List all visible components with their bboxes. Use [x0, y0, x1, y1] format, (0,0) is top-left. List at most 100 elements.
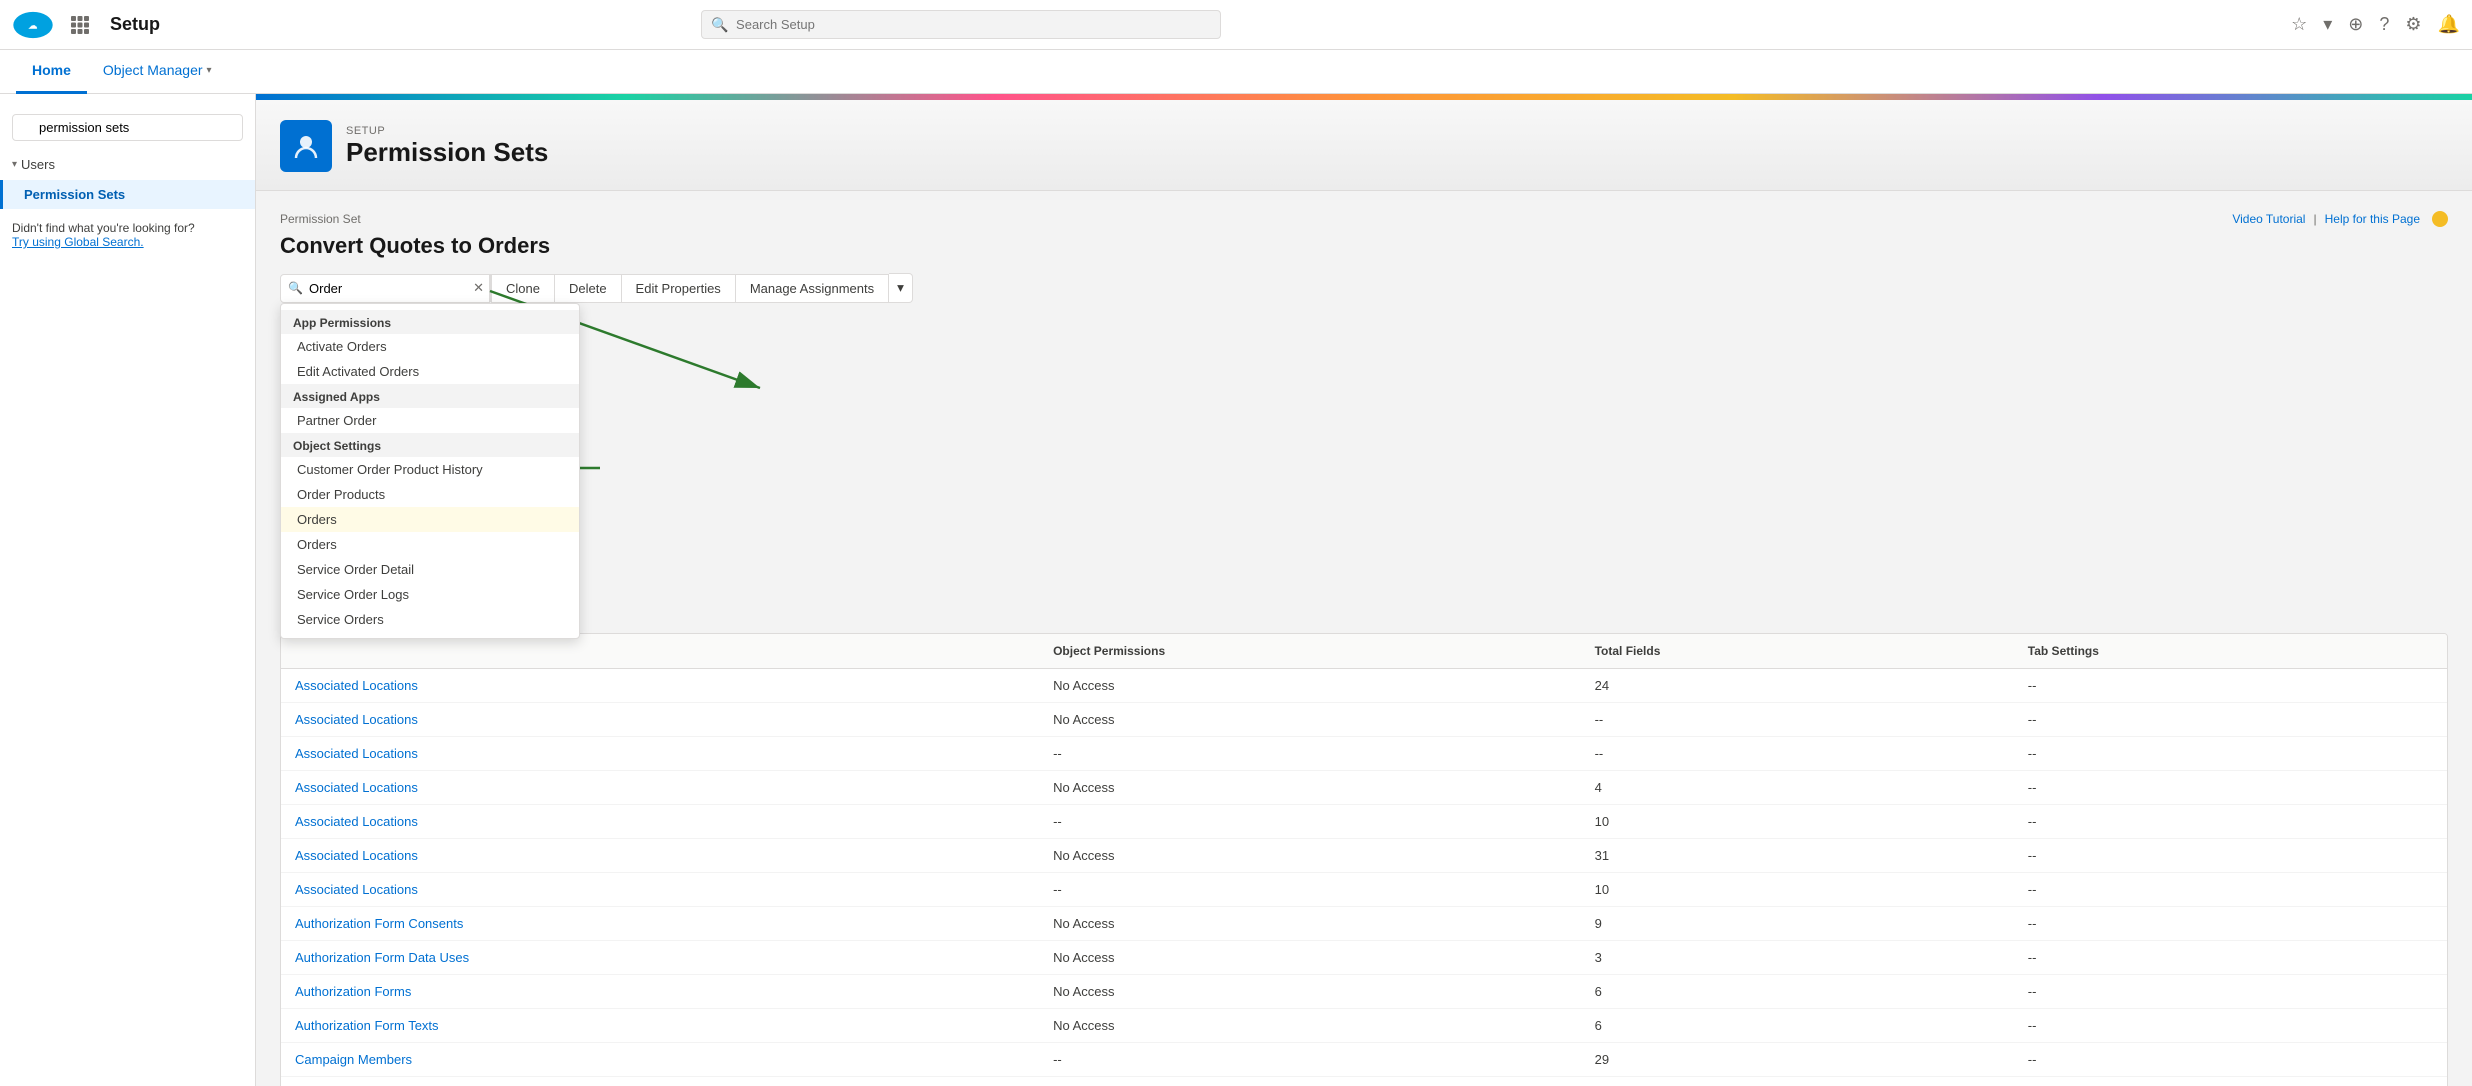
row-name-cell: Authorization Form Texts [281, 1009, 1039, 1043]
top-nav-actions: ☆ ▾ ⊕ ? ⚙ 🔔 [2291, 14, 2460, 35]
row-tab-settings-cell: -- [2014, 1077, 2447, 1086]
global-search-link[interactable]: Try using Global Search. [12, 235, 144, 249]
row-name-link[interactable]: Associated Locations [295, 814, 418, 829]
notifications-icon[interactable]: 🔔 [2438, 14, 2460, 35]
sidebar-item-permission-sets[interactable]: Permission Sets [0, 180, 255, 209]
toolbar-container: 🔍 ✕ Clone Delete Edit Properties Manage … [280, 273, 2448, 303]
sidebar-not-found-message: Didn't find what you're looking for? Try… [0, 209, 255, 261]
table-row: Associated Locations -- 10 -- [281, 805, 2447, 839]
toolbar-search-clear-icon[interactable]: ✕ [473, 280, 484, 296]
home-tab[interactable]: Home [16, 50, 87, 94]
manage-assignments-button[interactable]: Manage Assignments [736, 274, 889, 303]
dropdown-item-customer-order-history[interactable]: Customer Order Product History [281, 457, 579, 482]
sidebar-chevron-icon: ▾ [12, 159, 17, 170]
row-tab-settings-cell: -- [2014, 737, 2447, 771]
col-header-obj-perm: Object Permissions [1039, 634, 1581, 669]
sidebar-search-input[interactable] [12, 114, 243, 141]
table-row: Associated Locations No Access -- -- [281, 703, 2447, 737]
object-manager-tab[interactable]: Object Manager ▾ [87, 50, 228, 94]
row-name-cell: Authorization Form Consents [281, 907, 1039, 941]
video-tutorial-link[interactable]: Video Tutorial [2232, 212, 2305, 226]
dropdown-item-partner-order[interactable]: Partner Order [281, 408, 579, 433]
favorites-icon[interactable]: ☆ [2291, 14, 2307, 35]
page-title: Permission Sets [346, 137, 548, 168]
sidebar: 🔍 ▾ Users Permission Sets Didn't find wh… [0, 94, 256, 1086]
row-total-fields-cell: 10 [1581, 805, 2014, 839]
row-name-link[interactable]: Associated Locations [295, 882, 418, 897]
table-row: Associated Locations No Access 4 -- [281, 771, 2447, 805]
row-name-link[interactable]: Associated Locations [295, 746, 418, 761]
row-total-fields-cell: -- [1581, 737, 2014, 771]
help-indicator [2432, 211, 2448, 227]
row-name-link[interactable]: Authorization Form Data Uses [295, 950, 469, 965]
table-row: Associated Locations -- -- -- [281, 737, 2447, 771]
row-name-cell: Campaign Members [281, 1043, 1039, 1077]
sidebar-section-users[interactable]: ▾ Users [0, 149, 255, 180]
row-name-link[interactable]: Associated Locations [295, 712, 418, 727]
row-obj-perm-cell: -- [1039, 1043, 1581, 1077]
row-tab-settings-cell: -- [2014, 1043, 2447, 1077]
object-settings-table: Object Permissions Total Fields Tab Sett… [280, 633, 2448, 1086]
table-row: Campaign Members -- 29 -- [281, 1043, 2447, 1077]
favorites-dropdown-icon[interactable]: ▾ [2323, 14, 2332, 35]
dropdown-item-order-products[interactable]: Order Products [281, 482, 579, 507]
row-name-link[interactable]: Authorization Form Texts [295, 1018, 439, 1033]
global-search-input[interactable] [701, 10, 1221, 39]
row-name-cell: Authorization Forms [281, 975, 1039, 1009]
dropdown-item-orders[interactable]: Orders [281, 532, 579, 557]
dropdown-section-assigned-apps: Assigned Apps [281, 384, 579, 408]
settings-icon[interactable]: ⚙ [2405, 14, 2421, 35]
quick-actions-icon[interactable]: ⊕ [2348, 14, 2363, 35]
dropdown-item-orders-highlighted[interactable]: Orders [281, 507, 579, 532]
table-row: Authorization Form Consents No Access 9 … [281, 907, 2447, 941]
col-header-tab-settings: Tab Settings [2014, 634, 2447, 669]
dropdown-item-service-order-detail[interactable]: Service Order Detail [281, 557, 579, 582]
delete-button[interactable]: Delete [555, 274, 622, 303]
dropdown-item-service-orders[interactable]: Service Orders [281, 607, 579, 632]
row-tab-settings-cell: -- [2014, 669, 2447, 703]
main-content: SETUP Permission Sets Permission Set Vid… [256, 94, 2472, 1086]
row-name-link[interactable]: Authorization Forms [295, 984, 411, 999]
dropdown-item-edit-activated-orders[interactable]: Edit Activated Orders [281, 359, 579, 384]
row-obj-perm-cell: -- [1039, 873, 1581, 907]
breadcrumb-row: Permission Set Video Tutorial | Help for… [280, 211, 2448, 227]
edit-properties-button[interactable]: Edit Properties [622, 274, 736, 303]
row-name-cell: Campaigns [281, 1077, 1039, 1086]
row-tab-settings-cell: -- [2014, 941, 2447, 975]
dropdown-section-app-permissions: App Permissions [281, 310, 579, 334]
toolbar-more-dropdown-button[interactable]: ▾ [889, 273, 913, 303]
toolbar-search-input[interactable] [280, 274, 490, 303]
row-total-fields-cell: 9 [1581, 907, 2014, 941]
clone-button[interactable]: Clone [491, 274, 555, 303]
table-row: Associated Locations -- 10 -- [281, 873, 2447, 907]
record-title: Convert Quotes to Orders [280, 233, 2448, 259]
row-tab-settings-cell: -- [2014, 907, 2447, 941]
row-name-link[interactable]: Campaign Members [295, 1052, 412, 1067]
setup-label: SETUP [346, 125, 548, 137]
row-name-link[interactable]: Associated Locations [295, 678, 418, 693]
row-total-fields-cell: -- [1581, 703, 2014, 737]
row-tab-settings-cell: -- [2014, 771, 2447, 805]
dropdown-item-service-order-logs[interactable]: Service Order Logs [281, 582, 579, 607]
row-tab-settings-cell: -- [2014, 873, 2447, 907]
row-obj-perm-cell: No Access [1039, 975, 1581, 1009]
global-search-icon: 🔍 [711, 16, 728, 33]
help-icon[interactable]: ? [2379, 14, 2389, 35]
col-header-name [281, 634, 1039, 669]
row-name-link[interactable]: Authorization Form Consents [295, 916, 463, 931]
table-row: Authorization Form Texts No Access 6 -- [281, 1009, 2447, 1043]
row-name-link[interactable]: Associated Locations [295, 780, 418, 795]
dropdown-item-activate-orders[interactable]: Activate Orders [281, 334, 579, 359]
row-name-link[interactable]: Associated Locations [295, 848, 418, 863]
page-layout: 🔍 ▾ Users Permission Sets Didn't find wh… [0, 94, 2472, 1086]
row-total-fields-cell: 24 [1581, 669, 2014, 703]
help-page-link[interactable]: Help for this Page [2325, 212, 2420, 226]
row-obj-perm-cell: No Access [1039, 941, 1581, 975]
row-total-fields-cell: 3 [1581, 941, 2014, 975]
search-dropdown: App Permissions Activate Orders Edit Act… [280, 303, 580, 639]
row-total-fields-cell: 6 [1581, 1009, 2014, 1043]
breadcrumb: Permission Set [280, 212, 361, 226]
row-name-cell: Associated Locations [281, 669, 1039, 703]
app-launcher-button[interactable] [66, 11, 94, 39]
row-name-cell: Associated Locations [281, 873, 1039, 907]
